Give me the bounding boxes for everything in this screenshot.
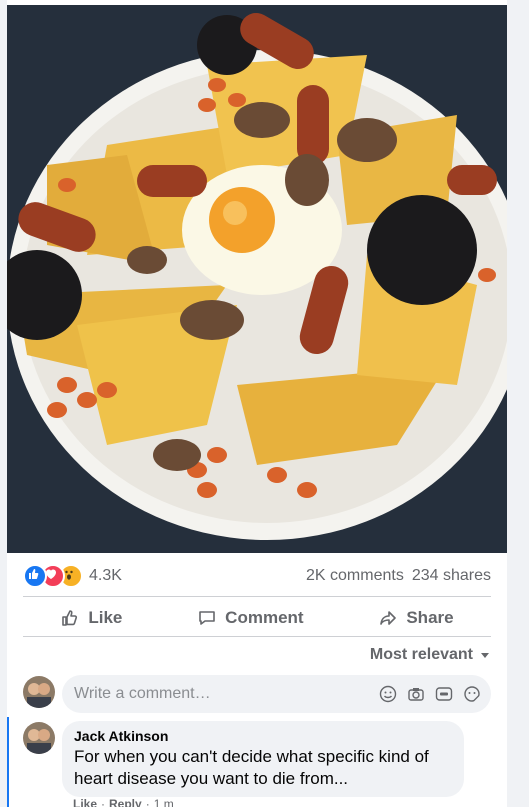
comment-icon [199,611,215,625]
share-icon [380,611,397,625]
camera-icon[interactable] [406,685,425,704]
separator: · [101,797,106,807]
comment-bubble: Jack Atkinson For when you can't decide … [62,721,464,797]
post-actions: Like Comment Share [23,600,491,636]
thumbs-up-icon [62,610,78,626]
comment-button[interactable]: Comment [185,602,315,634]
comment-meta: Like · Reply · 1 m [73,797,174,807]
comment-time[interactable]: 1 m [154,797,174,807]
thread-indicator [7,717,9,807]
share-label: Share [406,608,454,627]
divider [23,596,491,597]
comment-composer [62,675,491,713]
sort-label: Most relevant [369,646,473,663]
like-label: Like [88,608,123,627]
separator: · [145,797,150,807]
share-button[interactable]: Share [366,602,465,634]
comment-label: Comment [225,608,304,627]
avatar[interactable] [23,676,55,708]
comment-text: For when you can't decide what specific … [74,747,429,788]
comment-reply-link[interactable]: Reply [109,797,142,807]
like-icon [23,564,47,588]
like-button[interactable]: Like [48,602,134,634]
post-card: 4.3K 2K comments 234 shares Like Comment… [7,0,507,807]
caret-down-icon [481,653,489,658]
comment-count[interactable]: 2K comments [306,567,404,585]
comment-sort-dropdown[interactable]: Most relevant [370,646,491,664]
divider [23,636,491,637]
share-count[interactable]: 234 shares [412,567,491,585]
sticker-icon[interactable] [462,685,481,704]
reaction-count[interactable]: 4.3K [89,567,122,585]
emoji-icon[interactable] [378,685,397,704]
comment-like-link[interactable]: Like [73,797,97,807]
comment-avatar[interactable] [23,722,55,754]
comment-author[interactable]: Jack Atkinson [74,728,452,744]
reaction-icons[interactable] [23,564,83,588]
gif-icon[interactable] [434,685,453,704]
comment-input[interactable] [62,684,378,704]
reactions-bar: 4.3K 2K comments 234 shares [23,562,491,590]
post-photo[interactable] [7,5,507,553]
